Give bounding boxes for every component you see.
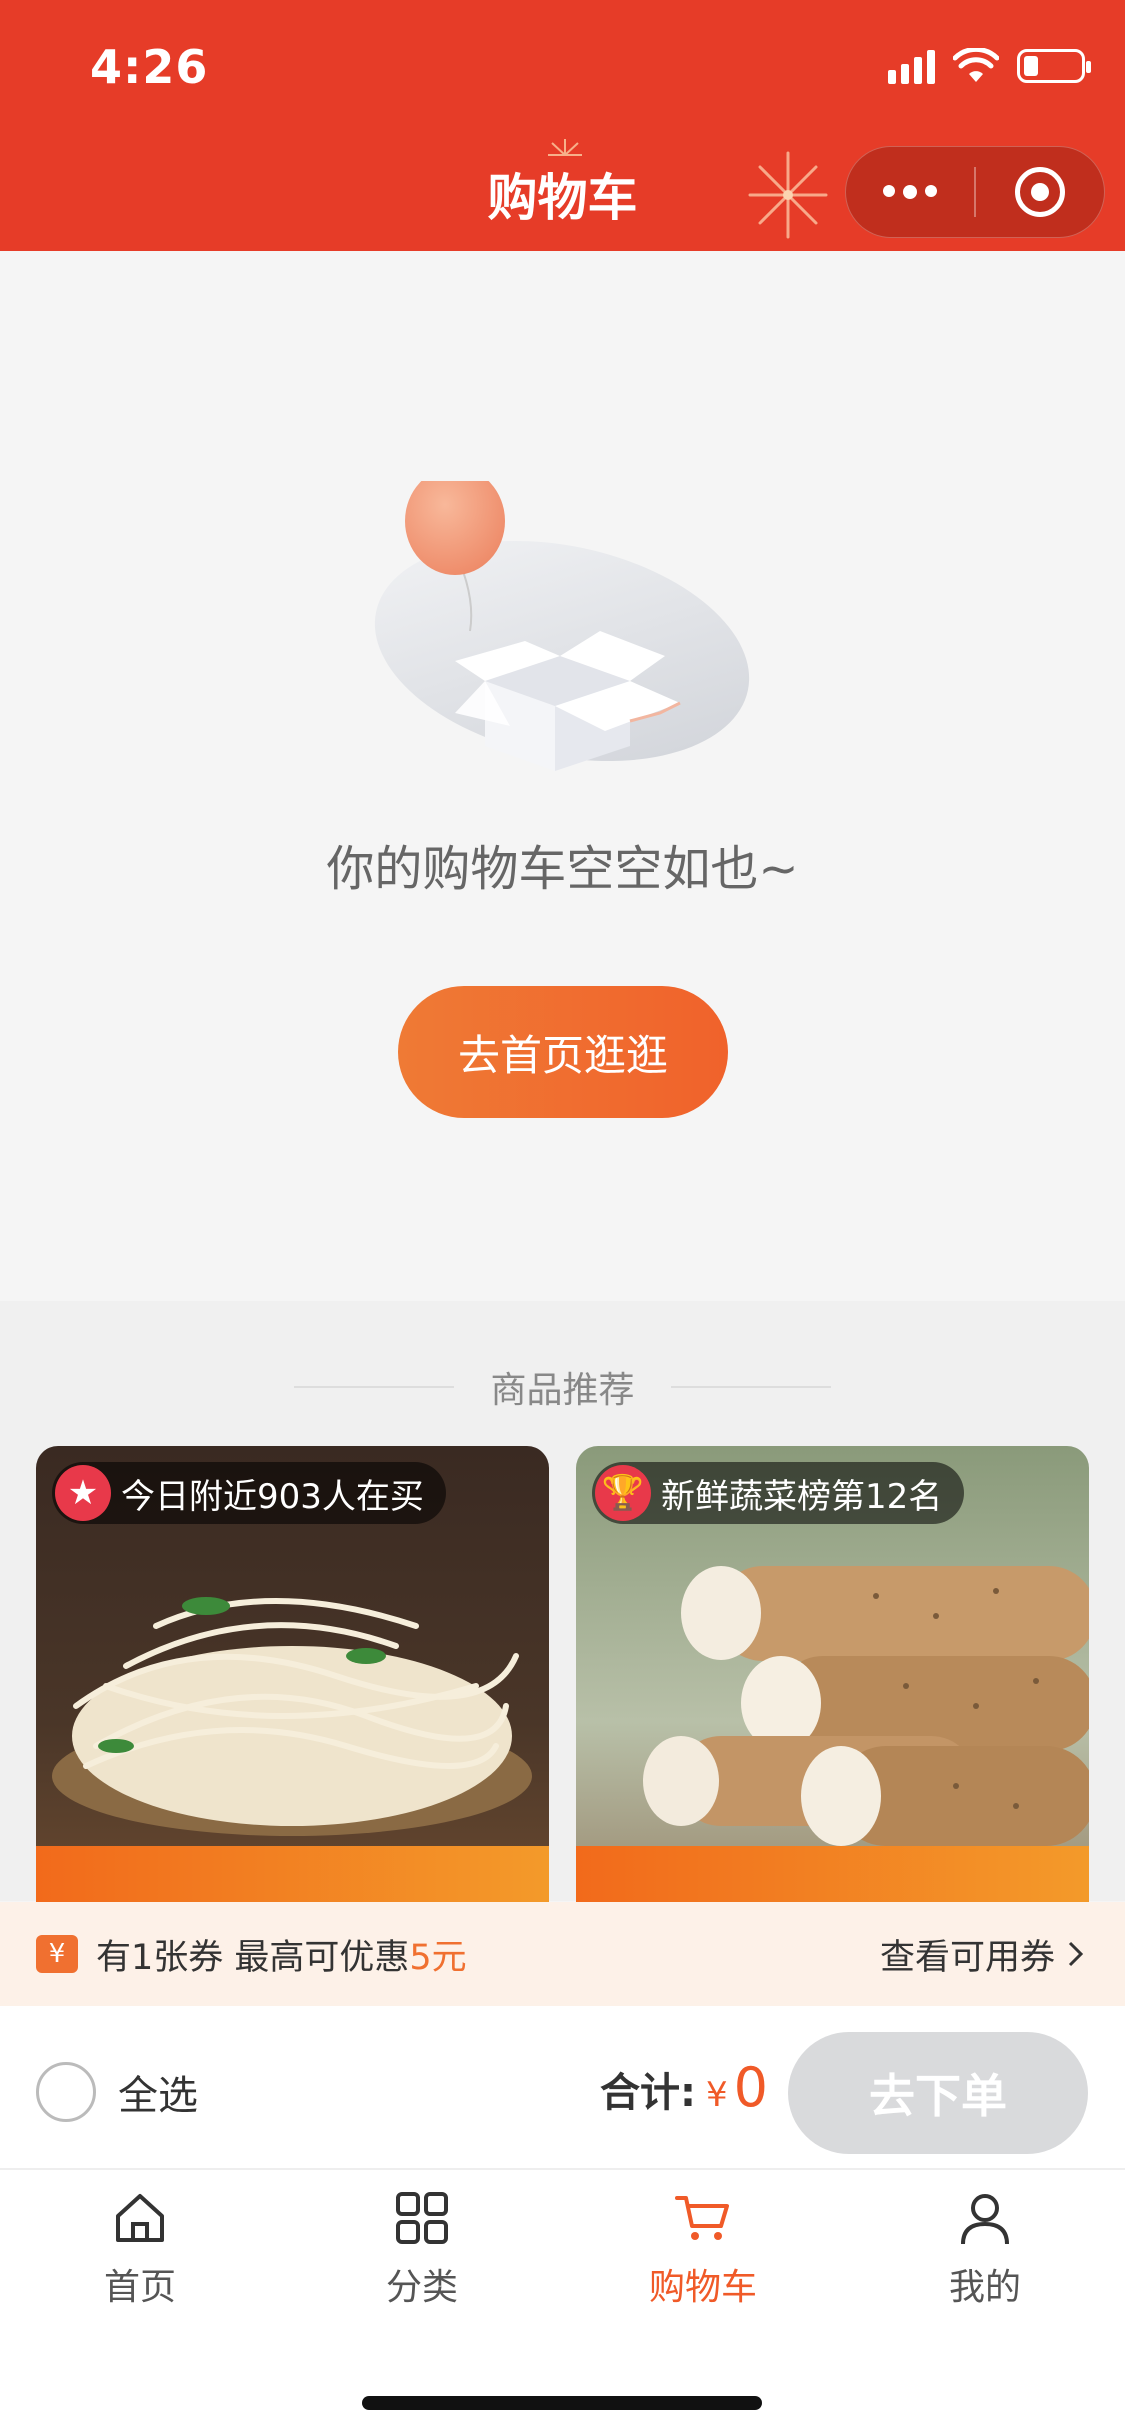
total-price: 合计: ¥ 0 — [600, 2056, 768, 2119]
empty-cart-section: 你的购物车空空如也~ 去首页逛逛 — [0, 251, 1125, 1301]
firework-icon — [548, 139, 582, 156]
product-badge: 🏆 新鲜蔬菜榜第12名 — [592, 1462, 965, 1524]
recommendations-title: 商品推荐 — [490, 1370, 635, 1411]
coupon-icon: ¥ — [36, 1935, 78, 1973]
empty-cart-message: 你的购物车空空如也~ — [326, 841, 799, 897]
status-icons — [888, 48, 1091, 84]
product-card[interactable]: ★ 今日附近903人在买 — [36, 1446, 549, 1906]
promo-strip — [576, 1846, 1089, 1906]
recommendations-section: 商品推荐 ★ 今日附近903人在买 🏆 新鲜蔬菜榜第12名 — [0, 1301, 1125, 1906]
go-home-button[interactable]: 去首页逛逛 — [398, 986, 728, 1118]
category-icon — [396, 2192, 448, 2244]
checkout-bar: 全选 合计: ¥ 0 去下单 — [0, 2006, 1125, 2170]
tab-home[interactable]: 首页 — [40, 2188, 240, 2310]
home-icon — [116, 2194, 164, 2242]
cart-icon — [675, 2196, 729, 2240]
coupon-bar[interactable]: ¥ 有1张券 最高可优惠5元 查看可用券 — [0, 1902, 1125, 2006]
star-icon: ★ — [55, 1465, 111, 1521]
tab-category[interactable]: 分类 — [322, 2188, 522, 2310]
coupon-text: 有1张券 最高可优惠5元 — [96, 1937, 467, 1978]
chevron-right-icon — [1068, 1941, 1084, 1967]
tab-profile[interactable]: 我的 — [885, 2188, 1085, 2310]
product-card[interactable]: 🏆 新鲜蔬菜榜第12名 — [576, 1446, 1089, 1906]
total-value: 0 — [733, 2056, 768, 2119]
promo-strip — [36, 1846, 549, 1906]
target-icon — [1015, 167, 1065, 217]
place-order-button[interactable]: 去下单 — [788, 2032, 1088, 2154]
signal-icon — [888, 48, 935, 84]
user-icon — [961, 2194, 1009, 2245]
select-all-checkbox[interactable] — [36, 2062, 96, 2122]
more-button[interactable] — [846, 147, 974, 237]
select-all-toggle[interactable]: 全选 — [36, 2062, 198, 2122]
coupon-amount: 5元 — [409, 1937, 467, 1978]
battery-icon — [1017, 49, 1091, 83]
view-coupons-link[interactable]: 查看可用券 — [880, 1902, 1085, 2006]
select-all-label: 全选 — [118, 2073, 198, 2119]
empty-box-icon — [374, 481, 750, 771]
header: 4:26 购物车 — [0, 0, 1125, 251]
status-time: 4:26 — [90, 40, 209, 94]
product-badge: ★ 今日附近903人在买 — [52, 1462, 446, 1524]
mini-program-capsule — [845, 146, 1105, 238]
wifi-icon — [953, 48, 999, 82]
close-program-button[interactable] — [976, 147, 1104, 237]
firework-icon — [748, 151, 828, 239]
trophy-icon: 🏆 — [595, 1465, 651, 1521]
more-icon — [883, 185, 937, 199]
tab-cart[interactable]: 购物车 — [603, 2188, 803, 2310]
home-indicator — [362, 2396, 762, 2410]
